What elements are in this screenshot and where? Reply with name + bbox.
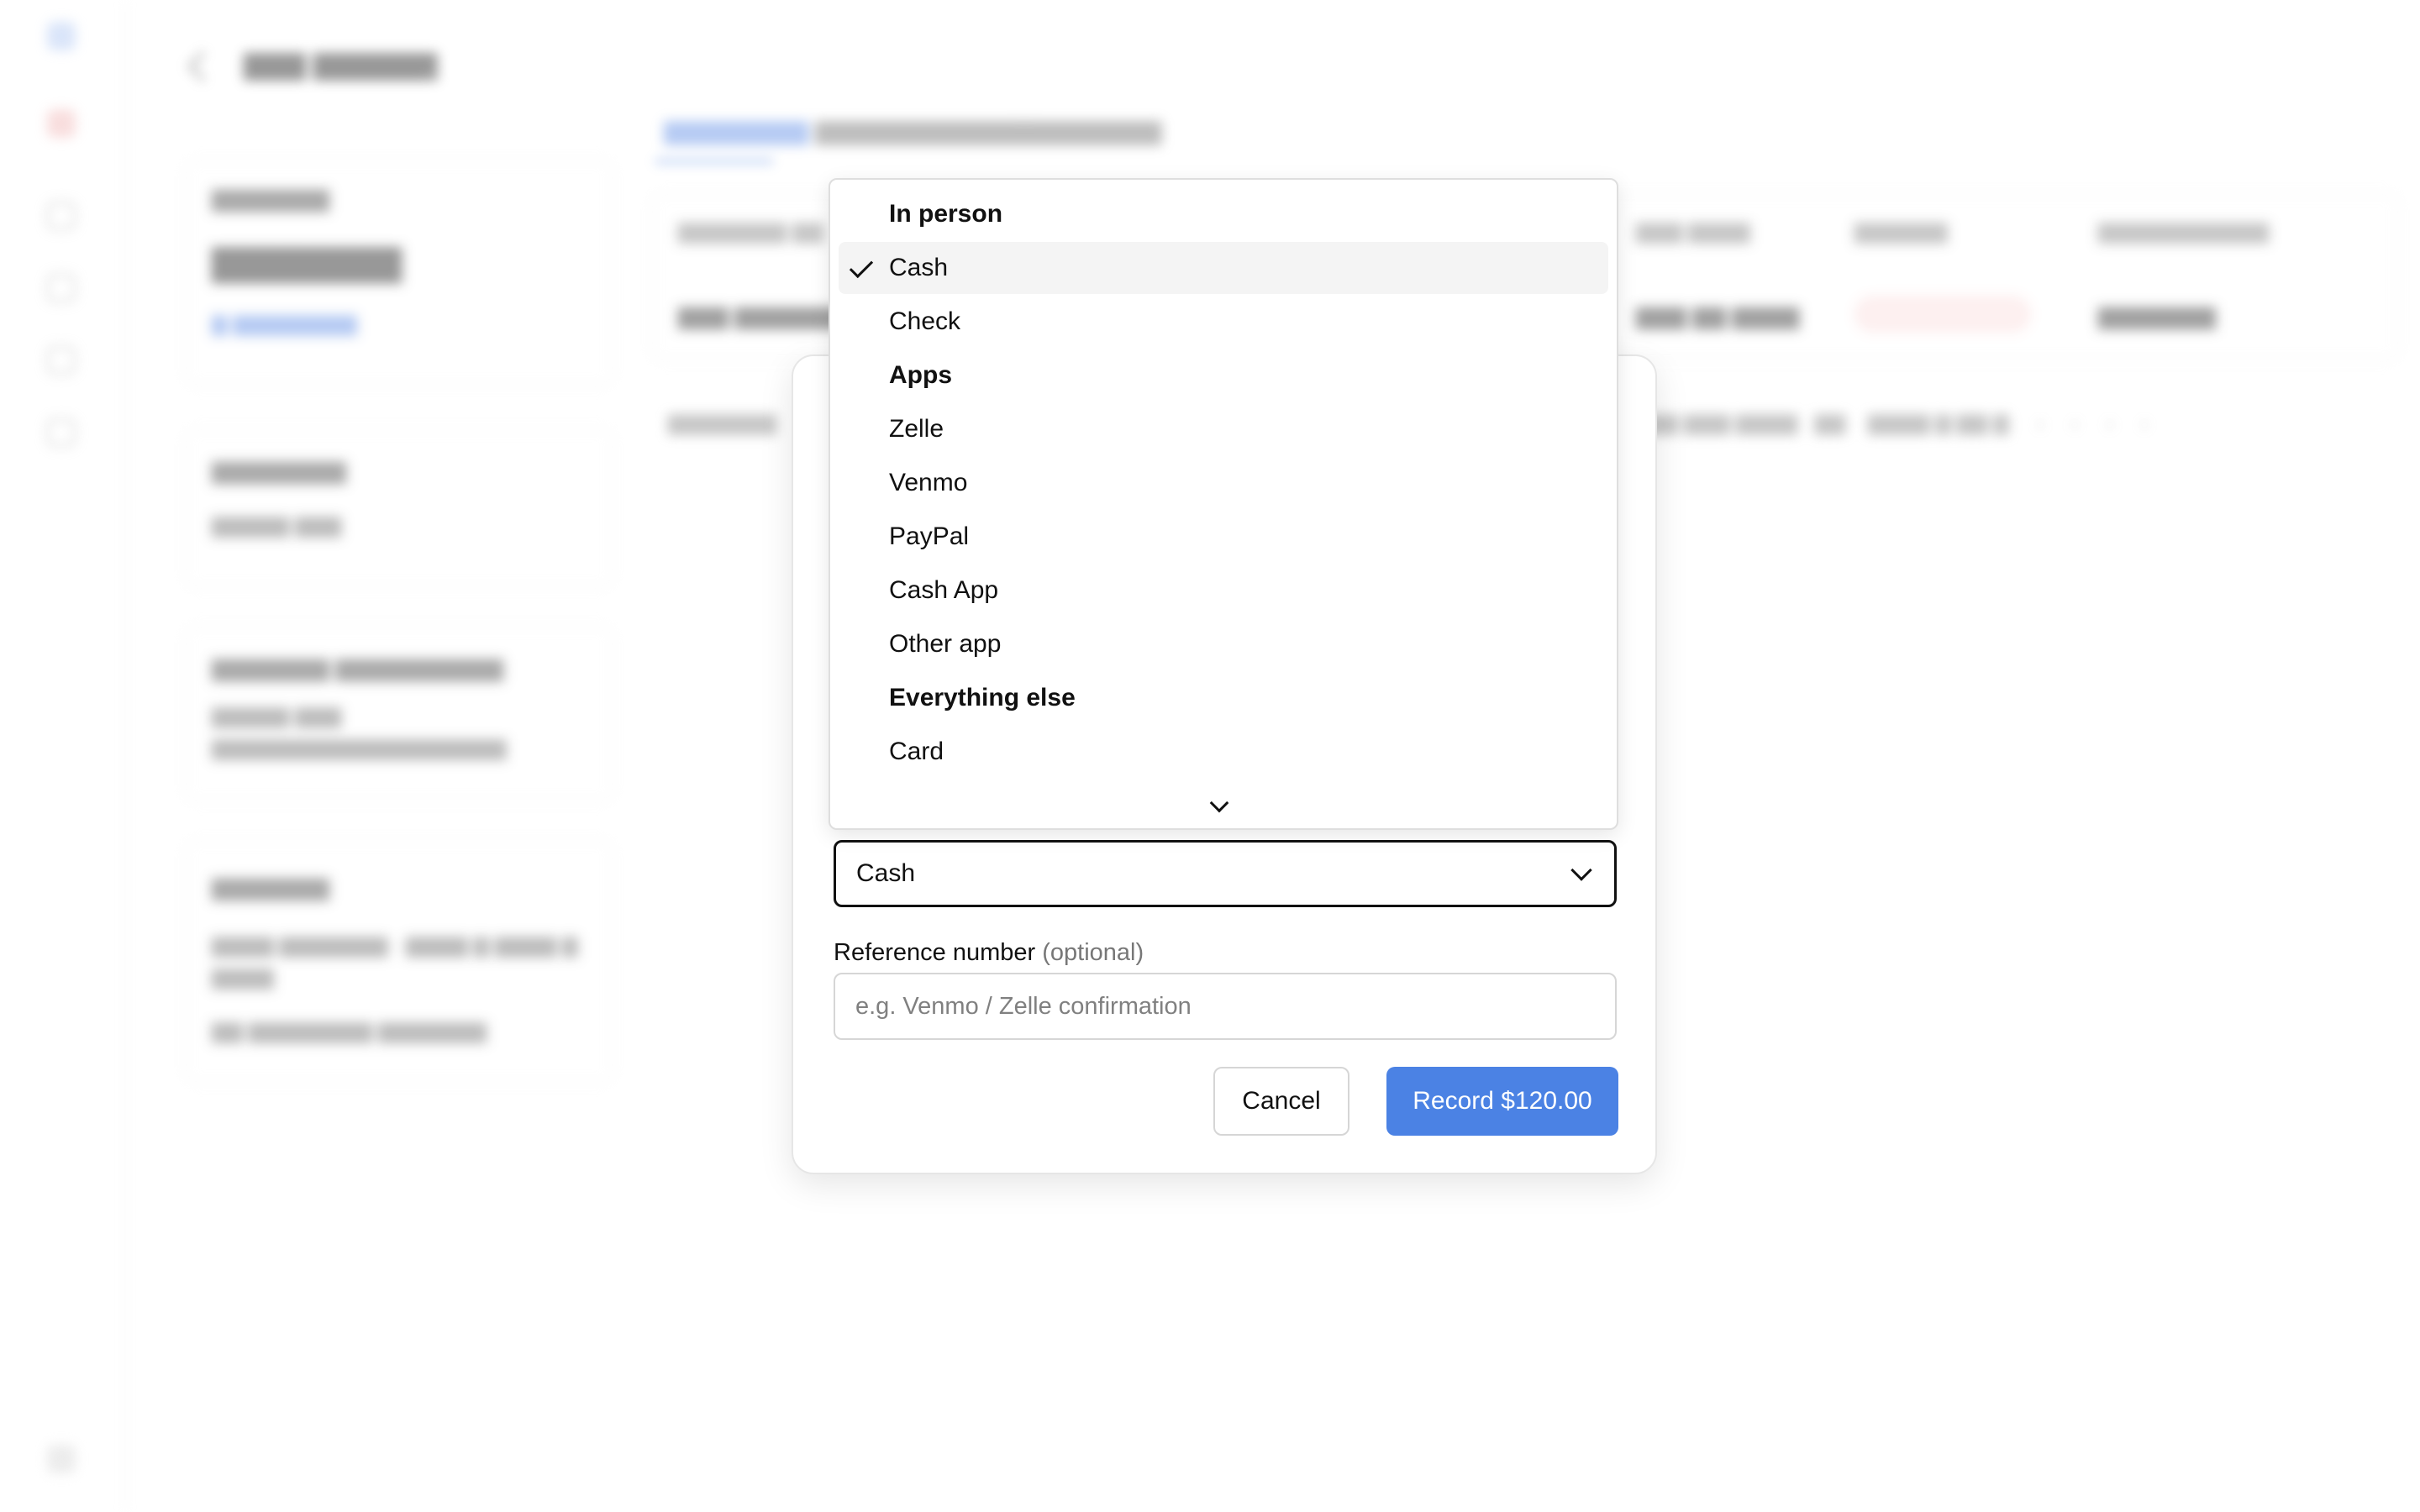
billing-recipients-card: ▇▇▇▇▇▇▇ ▇▇▇▇▇▇▇▇▇▇ ▇▇▇▇▇ ▇▇▇ ▇▇▇▇▇▇▇▇▇▇▇… xyxy=(185,626,613,802)
back-icon xyxy=(187,50,218,82)
option-check[interactable]: Check xyxy=(839,296,1608,348)
option-cash[interactable]: Cash xyxy=(839,242,1608,294)
left-rail xyxy=(0,0,126,1512)
rail-icon xyxy=(47,346,76,375)
rail-icon xyxy=(47,202,76,230)
billing-card: ▇▇▇▇▇▇▇ ▇▇▇▇ ▇▇▇▇▇▇▇ · ▇▇▇▇ ▇ ▇▇▇▇ ▇ ▇▇▇… xyxy=(185,840,613,1084)
option-venmo[interactable]: Venmo xyxy=(839,457,1608,509)
reference-number-label: Reference number (optional) xyxy=(834,939,1144,966)
rail-icon xyxy=(47,109,76,138)
rail-icon xyxy=(47,1445,76,1473)
cancel-button[interactable]: Cancel xyxy=(1213,1067,1349,1136)
reference-number-input[interactable] xyxy=(834,973,1617,1040)
option-group-apps: Apps xyxy=(889,361,952,389)
rail-icon xyxy=(47,418,76,447)
optional-hint: (optional) xyxy=(1042,939,1144,966)
payment-method-listbox: In person Cash Check Apps Zelle Venmo Pa… xyxy=(829,178,1618,830)
option-group-everything-else: Everything else xyxy=(889,684,1076,711)
rail-icon xyxy=(47,274,76,302)
option-other-app[interactable]: Other app xyxy=(839,618,1608,670)
option-zelle[interactable]: Zelle xyxy=(839,403,1608,455)
page-title-blurred: ▇▇▇ ▇▇▇▇▇▇ xyxy=(244,50,438,80)
option-cash-app[interactable]: Cash App xyxy=(839,564,1608,617)
students-card: ▇▇▇▇▇▇▇▇ ▇▇▇▇▇ ▇▇▇ xyxy=(185,428,613,588)
record-payment-button[interactable]: Record $120.00 xyxy=(1386,1067,1618,1136)
balance-card: ▇▇▇▇▇▇▇ ▇▇▇▇▇▇▇ ▇ ▇▇▇▇▇▇▇▇ xyxy=(185,160,613,386)
chevron-down-icon xyxy=(1570,859,1592,881)
option-card[interactable]: Card xyxy=(839,726,1608,778)
chevron-down-icon[interactable] xyxy=(1209,793,1229,813)
app-logo xyxy=(47,22,76,50)
payment-method-select[interactable]: Cash xyxy=(834,840,1617,907)
pager-blurred: ▇▇ ▇▇▇ ▇▇▇▇ ▇▇ ▇▇▇▇ ▇ ▇▇ ▇ ‹ ‹ › › xyxy=(1647,412,2149,435)
payment-method-value: Cash xyxy=(856,859,916,887)
chevron-down-icon: ⌄ xyxy=(420,57,439,82)
option-group-in-person: In person xyxy=(889,200,1003,228)
option-paypal[interactable]: PayPal xyxy=(839,511,1608,563)
check-icon xyxy=(849,254,874,279)
pager-blurred: ▇▇▇▇▇▇▇ xyxy=(668,412,777,435)
